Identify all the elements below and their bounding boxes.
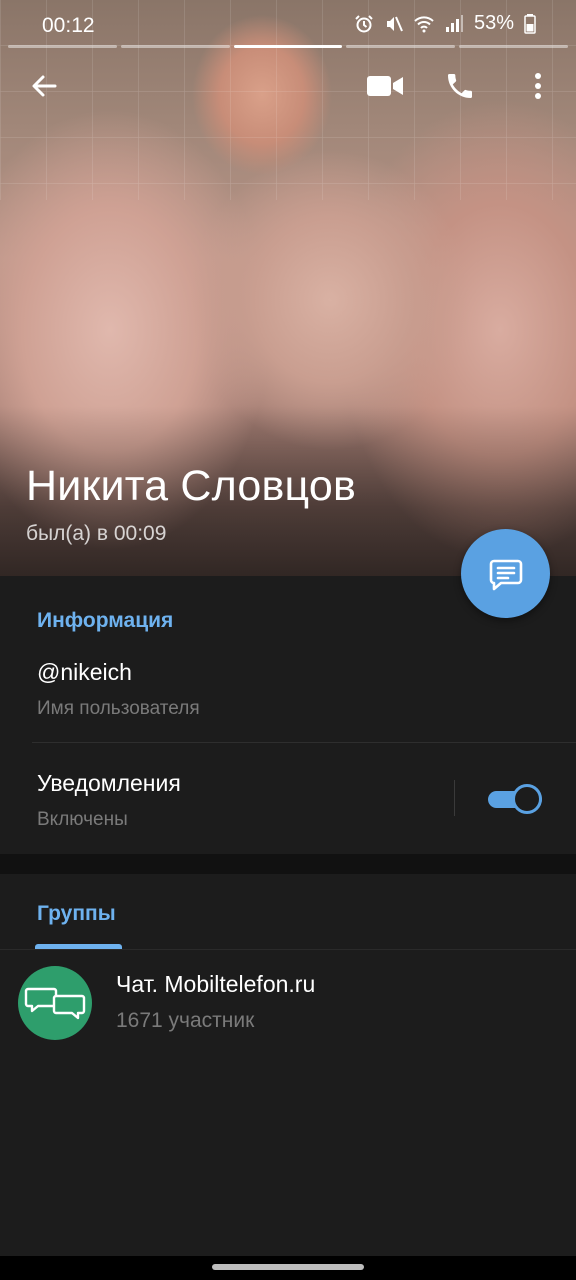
more-vertical-icon xyxy=(535,73,541,99)
username-label: Имя пользователя xyxy=(37,698,200,719)
info-section-title: Информация xyxy=(37,609,174,632)
toolbar xyxy=(0,58,576,118)
story-segment xyxy=(346,45,456,48)
back-button[interactable] xyxy=(16,58,72,114)
phone-icon xyxy=(448,74,472,98)
info-divider xyxy=(32,742,576,743)
mute-icon xyxy=(386,16,403,31)
voice-call-button[interactable] xyxy=(432,58,488,114)
story-progress-bars xyxy=(8,45,568,49)
story-segment xyxy=(8,45,117,48)
group-name: Чат. Mobiltelefon.ru xyxy=(116,971,316,997)
section-gap xyxy=(0,854,576,874)
tab-groups[interactable]: Группы xyxy=(37,902,116,926)
story-segment xyxy=(459,45,568,48)
last-seen-status: был(а) в 00:09 xyxy=(26,522,167,545)
story-segment-active xyxy=(233,45,343,48)
chat-bubbles-icon xyxy=(24,987,86,1020)
video-camera-icon xyxy=(367,76,403,96)
notifications-toggle[interactable] xyxy=(488,784,542,814)
toggle-knob xyxy=(512,784,542,814)
system-navigation-bar xyxy=(0,1256,576,1280)
notifications-state: Включены xyxy=(37,809,128,830)
story-segment xyxy=(120,45,230,48)
tab-divider xyxy=(0,949,576,950)
notifications-label[interactable]: Уведомления xyxy=(37,770,181,797)
info-section: Информация @nikeich Имя пользователя Уве… xyxy=(0,576,576,854)
profile-name: Никита Словцов xyxy=(26,462,357,510)
video-call-button[interactable] xyxy=(357,58,413,114)
wifi-icon xyxy=(414,15,434,32)
group-member-count: 1671 участник xyxy=(116,1009,255,1032)
send-message-button[interactable] xyxy=(461,529,550,618)
battery-percent: 53% xyxy=(473,12,514,34)
status-time: 00:12 xyxy=(42,14,95,37)
toggle-separator xyxy=(454,780,455,816)
username-value[interactable]: @nikeich xyxy=(37,659,132,686)
arrow-back-icon xyxy=(32,75,57,97)
battery-icon xyxy=(524,13,536,34)
more-options-button[interactable] xyxy=(510,58,566,114)
alarm-icon xyxy=(355,14,373,32)
signal-icon xyxy=(445,14,463,32)
group-avatar xyxy=(18,966,92,1040)
message-icon xyxy=(489,559,522,590)
home-gesture-handle[interactable] xyxy=(212,1264,364,1270)
groups-section: Группы Чат. Mobiltelefon.ru 1671 участни… xyxy=(0,874,576,1256)
